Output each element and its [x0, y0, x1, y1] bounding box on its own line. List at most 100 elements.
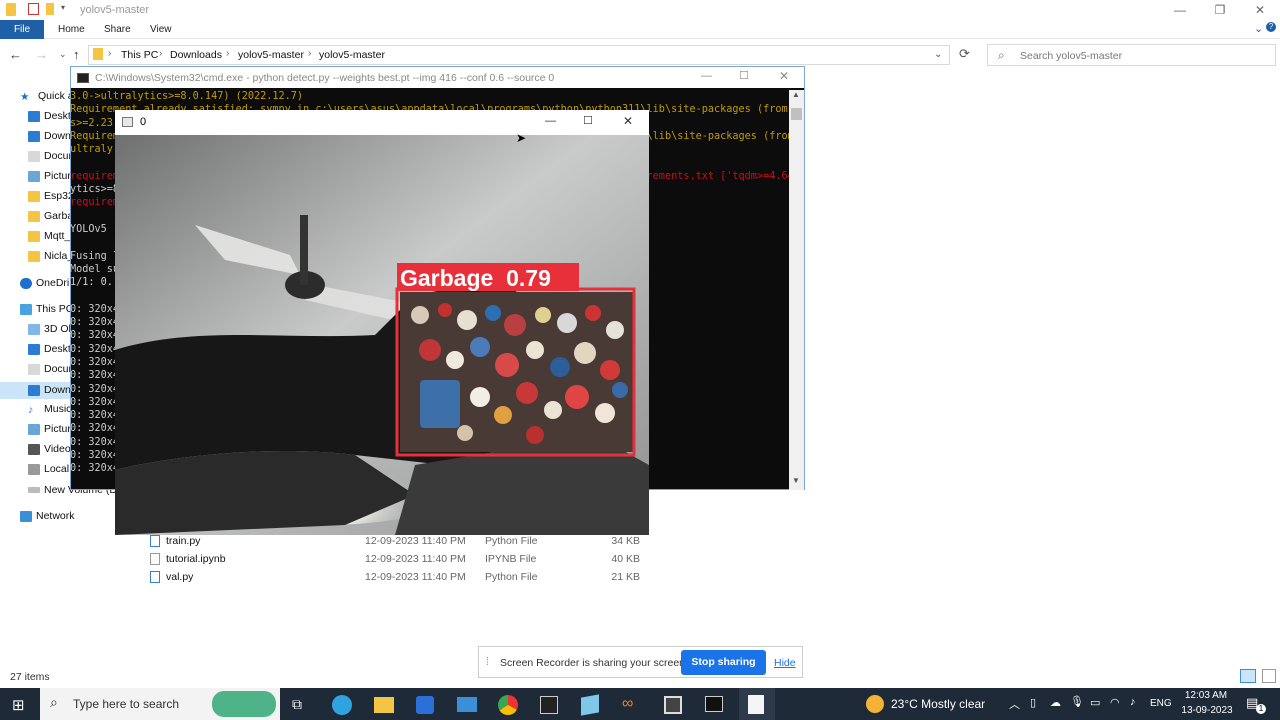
large-icons-view-icon[interactable]	[1262, 669, 1276, 683]
taskbar-search-placeholder: Type here to search	[73, 697, 180, 711]
nav-item-quick-access[interactable]: ★ Quick a	[20, 88, 74, 104]
clock-date[interactable]: 13-09-2023	[1179, 705, 1235, 716]
weather-text[interactable]: 23°C Mostly clear	[891, 697, 985, 711]
nav-item-nicla[interactable]: Nicla_	[28, 248, 73, 264]
stop-sharing-button[interactable]: Stop sharing	[681, 650, 766, 675]
search-input[interactable]: ⌕ Search yolov5-master	[987, 44, 1276, 66]
volume-icon[interactable]: ♪	[1130, 696, 1136, 708]
store-icon[interactable]	[416, 696, 434, 714]
nav-item-3d-objects[interactable]: 3D Ob	[28, 321, 74, 337]
battery-icon[interactable]: ▭	[1090, 696, 1100, 709]
mouse-cursor-icon: ➤	[516, 131, 527, 145]
scroll-down-icon[interactable]: ▼	[792, 476, 800, 485]
weather-icon[interactable]	[866, 695, 884, 713]
properties-icon[interactable]	[28, 3, 39, 15]
nav-item-pictures-pc[interactable]: Pictur	[28, 421, 71, 437]
minimize-icon[interactable]: —	[545, 115, 556, 127]
nav-item-desktop-pc[interactable]: Deskt	[28, 341, 71, 357]
nav-item-garbage[interactable]: Garba	[28, 208, 73, 224]
app-icon[interactable]	[581, 694, 599, 716]
close-icon[interactable]: ✕	[779, 69, 789, 83]
cmd-taskbar-icon[interactable]	[705, 696, 723, 712]
task-view-icon[interactable]: ⧉	[292, 696, 302, 713]
recent-locations-icon[interactable]: ⌄	[59, 49, 67, 60]
microphone-icon[interactable]: 🎙	[1070, 695, 1084, 708]
notepad-plus-icon[interactable]	[540, 696, 558, 714]
nav-item-videos[interactable]: Video	[28, 441, 71, 457]
search-highlight-image	[212, 691, 276, 717]
tab-home[interactable]: Home	[58, 20, 85, 39]
breadcrumb-yolov5-master[interactable]: yolov5-master	[238, 49, 304, 61]
minimize-icon[interactable]: —	[701, 70, 712, 82]
folder-icon	[93, 48, 103, 60]
tab-file[interactable]: File	[0, 20, 44, 39]
star-icon: ★	[20, 90, 30, 103]
chrome-icon[interactable]	[498, 695, 518, 715]
nav-item-this-pc[interactable]: This PC	[20, 301, 73, 317]
forward-arrow-icon[interactable]: →	[35, 47, 48, 62]
tab-view[interactable]: View	[150, 20, 172, 39]
windows-start-icon[interactable]: ⊞	[12, 696, 25, 714]
scroll-thumb[interactable]	[791, 108, 802, 120]
python-file-icon	[150, 535, 160, 547]
edge-icon[interactable]	[332, 695, 352, 715]
nav-item-downloads-pc[interactable]: Down	[28, 382, 71, 398]
back-arrow-icon[interactable]: ←	[9, 47, 22, 62]
nav-item-documents-pc[interactable]: Docur	[28, 361, 72, 377]
address-dropdown-icon[interactable]: ⌄	[934, 49, 942, 60]
input-language[interactable]: ENG	[1150, 698, 1172, 709]
file-explorer-icon[interactable]	[374, 697, 394, 713]
refresh-icon[interactable]: ⟳	[959, 46, 970, 62]
mail-icon[interactable]	[457, 697, 477, 712]
camera-titlebar[interactable]: 0 — ☐ ✕	[115, 110, 649, 135]
nav-item-network[interactable]: Network	[20, 508, 75, 524]
scroll-up-icon[interactable]: ▲	[792, 90, 800, 99]
drag-handle-icon[interactable]: ⁞	[486, 656, 489, 668]
nav-item-esp32[interactable]: Esp32	[28, 188, 74, 204]
file-type: Python File	[485, 571, 538, 583]
cmd-scrollbar[interactable]: ▲ ▼	[789, 90, 804, 490]
maximize-icon[interactable]: ☐	[583, 114, 593, 127]
breadcrumb-this-pc[interactable]: This PC	[121, 49, 158, 61]
taskbar-search-box[interactable]: ⌕ Type here to search	[40, 688, 280, 720]
nav-item-music[interactable]: ♪ Music	[28, 401, 71, 417]
nav-item-onedrive[interactable]: OneDri	[20, 275, 69, 291]
restore-icon[interactable]: ❐	[1200, 0, 1240, 20]
notebook-file-icon	[150, 553, 160, 565]
tab-share[interactable]: Share	[104, 20, 131, 39]
close-icon[interactable]: ✕	[623, 114, 633, 128]
device-icon[interactable]: ▯	[1030, 696, 1036, 709]
nav-item-local-disk[interactable]: Local	[28, 461, 69, 477]
breadcrumb-downloads[interactable]: Downloads	[170, 49, 222, 61]
folder-icon	[28, 190, 40, 202]
explorer-titlebar: ▾ yolov5-master — ❐ ✕	[0, 0, 1280, 20]
help-icon[interactable]: ?	[1266, 22, 1276, 32]
file-row[interactable]: val.py	[150, 569, 356, 585]
sharing-message: Screen Recorder is sharing your screen.	[500, 657, 688, 669]
wifi-icon[interactable]: ◠	[1110, 696, 1120, 709]
nav-item-desktop[interactable]: Deskt	[28, 108, 71, 124]
up-arrow-icon[interactable]: ↑	[73, 47, 80, 62]
details-view-icon[interactable]	[1240, 669, 1256, 683]
screen-recorder-icon[interactable]	[664, 696, 682, 714]
close-icon[interactable]: ✕	[1240, 0, 1280, 20]
onedrive-tray-icon[interactable]: ☁	[1050, 696, 1061, 709]
customize-toolbar-icon[interactable]: ▾	[61, 3, 65, 12]
quick-access-toolbar-icon[interactable]	[6, 3, 16, 16]
breadcrumb-yolov5-master-current[interactable]: yolov5-master	[319, 49, 385, 61]
nav-item-mqtt[interactable]: Mqtt_	[28, 228, 70, 244]
new-folder-icon[interactable]	[46, 3, 54, 15]
hide-link[interactable]: Hide	[774, 657, 796, 669]
cmd-titlebar[interactable]: C:\Windows\System32\cmd.exe - python det…	[70, 66, 805, 88]
arduino-icon[interactable]: ∞	[622, 695, 633, 713]
nav-item-documents[interactable]: Docur	[28, 148, 72, 164]
nav-item-downloads[interactable]: Down	[28, 128, 71, 144]
file-row[interactable]: train.py	[150, 533, 356, 549]
show-hidden-icons-icon[interactable]: ︿	[1009, 696, 1020, 712]
clock-time[interactable]: 12:03 AM	[1183, 690, 1229, 701]
minimize-icon[interactable]: —	[1160, 0, 1200, 20]
ribbon-expand-icon[interactable]: ⌄	[1254, 22, 1263, 35]
maximize-icon[interactable]: ☐	[739, 69, 749, 82]
nav-item-pictures[interactable]: Pictur	[28, 168, 71, 184]
file-row[interactable]: tutorial.ipynb	[150, 551, 356, 567]
